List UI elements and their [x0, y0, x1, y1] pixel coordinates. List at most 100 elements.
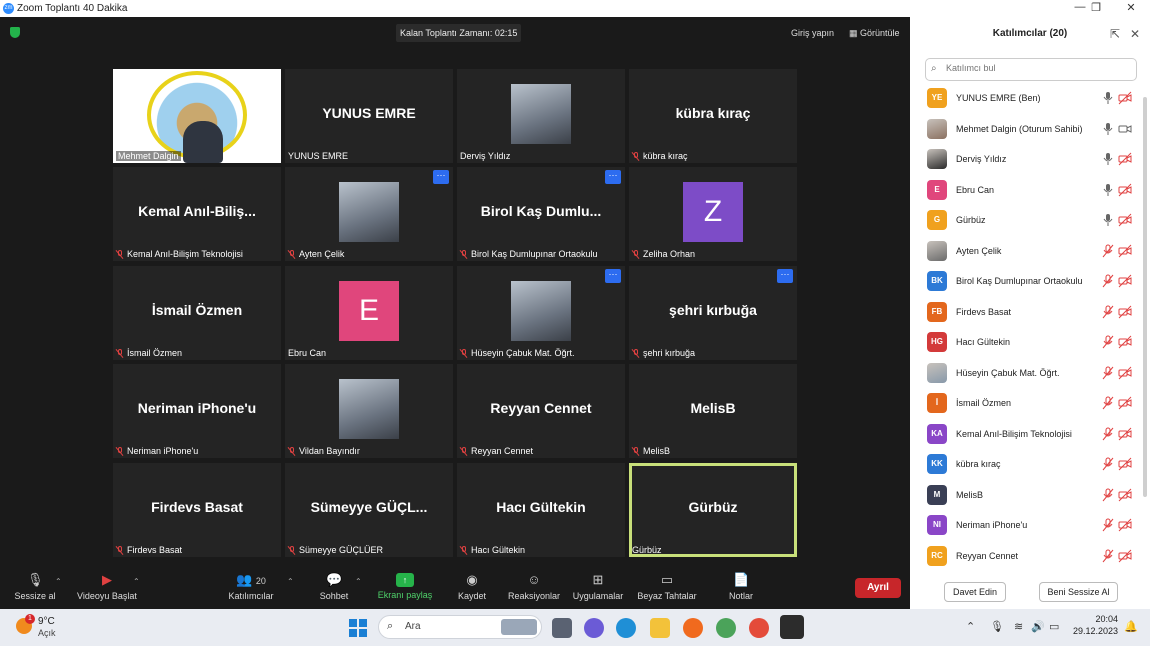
participant-row[interactable]: YE YUNUS EMRE (Ben): [910, 84, 1142, 114]
participant-row[interactable]: E Ebru Can: [910, 176, 1142, 206]
video-tile[interactable]: Gürbüz Gürbüz: [629, 463, 797, 557]
tile-more-options-icon[interactable]: ···: [777, 269, 793, 283]
apps-button[interactable]: ⊞ Uygulamalar: [563, 573, 633, 602]
tile-more-options-icon[interactable]: ···: [605, 269, 621, 283]
notification-bell-icon[interactable]: 🔔: [1124, 620, 1138, 633]
camera-off-icon[interactable]: [1118, 274, 1132, 288]
muted-mic-icon[interactable]: [1102, 518, 1114, 532]
participant-search[interactable]: ⌕: [925, 58, 1137, 81]
camera-off-icon[interactable]: [1118, 427, 1132, 441]
taskbar-search[interactable]: ⌕ Ara: [378, 615, 542, 639]
participant-list-scrollbar[interactable]: [1143, 97, 1147, 497]
participant-row[interactable]: Ayten Çelik: [910, 237, 1142, 267]
video-tile[interactable]: YUNUS EMRE YUNUS EMRE: [285, 69, 453, 163]
camera-off-icon[interactable]: [1118, 305, 1132, 319]
chat-options-caret[interactable]: ⌃: [355, 577, 362, 586]
participant-row[interactable]: HG Hacı Gültekin: [910, 328, 1142, 358]
invite-button[interactable]: Davet Edin: [944, 582, 1006, 602]
participant-row[interactable]: M MelisB: [910, 481, 1142, 511]
video-tile[interactable]: Vildan Bayındır: [285, 364, 453, 458]
participant-row[interactable]: BK Birol Kaş Dumlupınar Ortaokulu: [910, 267, 1142, 297]
video-tile[interactable]: İsmail Özmen İsmail Özmen: [113, 266, 281, 360]
participant-search-input[interactable]: [944, 62, 1128, 74]
camera-off-icon[interactable]: [1118, 457, 1132, 471]
muted-mic-icon[interactable]: [1102, 549, 1114, 563]
muted-mic-icon[interactable]: [1102, 244, 1114, 258]
zoom-taskbar-icon[interactable]: [780, 615, 804, 639]
muted-mic-icon[interactable]: [1102, 305, 1114, 319]
file-explorer-icon[interactable]: [650, 618, 670, 638]
share-screen-button[interactable]: ↑ Ekranı paylaş: [370, 573, 440, 600]
participant-row[interactable]: İ İsmail Özmen: [910, 389, 1142, 419]
tile-more-options-icon[interactable]: ···: [433, 170, 449, 184]
participant-row[interactable]: Derviş Yıldız: [910, 145, 1142, 175]
participant-row[interactable]: Hüseyin Çabuk Mat. Öğrt.: [910, 359, 1142, 389]
leave-button[interactable]: Ayrıl: [855, 578, 901, 598]
camera-icon[interactable]: [1118, 122, 1132, 136]
camera-off-icon[interactable]: [1118, 549, 1132, 563]
participants-button[interactable]: 👥 20 Katılımcılar: [216, 573, 286, 602]
microphone-icon[interactable]: [1102, 152, 1114, 166]
reactions-button[interactable]: ☺ Reaksiyonlar: [499, 573, 569, 602]
chrome-icon[interactable]: [716, 618, 736, 638]
video-tile[interactable]: kübra kıraç kübra kıraç: [629, 69, 797, 163]
participant-row[interactable]: KA Kemal Anıl-Bilişim Teknolojisi: [910, 420, 1142, 450]
view-button[interactable]: ▦ Görüntüle: [846, 24, 903, 42]
weather-widget[interactable]: 1 9°C Açık: [14, 614, 94, 642]
maximize-button[interactable]: ❐: [1086, 1, 1106, 14]
edge-browser-icon[interactable]: [616, 618, 636, 638]
camera-off-icon[interactable]: [1118, 518, 1132, 532]
battery-icon[interactable]: ▭: [1049, 620, 1059, 633]
tile-more-options-icon[interactable]: ···: [605, 170, 621, 184]
start-windows-icon[interactable]: [348, 618, 368, 638]
video-tile[interactable]: Kemal Anıl-Biliş... Kemal Anıl-Bilişim Te…: [113, 167, 281, 261]
camera-off-icon[interactable]: [1118, 488, 1132, 502]
camera-off-icon[interactable]: [1118, 366, 1132, 380]
microphone-icon[interactable]: [1102, 122, 1114, 136]
video-tile[interactable]: Z Zeliha Orhan: [629, 167, 797, 261]
participant-row[interactable]: KK kübra kıraç: [910, 450, 1142, 480]
chevron-up-icon[interactable]: ⌃: [966, 620, 975, 633]
microphone-icon[interactable]: [1102, 91, 1114, 105]
camera-off-icon[interactable]: [1118, 213, 1132, 227]
video-tile[interactable]: Firdevs Basat Firdevs Basat: [113, 463, 281, 557]
task-view-icon[interactable]: [552, 618, 572, 638]
video-tile[interactable]: ··· Ayten Çelik: [285, 167, 453, 261]
wifi-icon[interactable]: ≋: [1014, 620, 1023, 633]
video-tile[interactable]: Derviş Yıldız: [457, 69, 625, 163]
encryption-shield-icon[interactable]: [10, 27, 20, 38]
notes-button[interactable]: 📄 Notlar: [706, 573, 776, 602]
camera-off-icon[interactable]: [1118, 152, 1132, 166]
popout-icon[interactable]: ⇱: [1110, 27, 1120, 41]
camera-off-icon[interactable]: [1118, 183, 1132, 197]
participant-row[interactable]: RC Reyyan Cennet: [910, 542, 1142, 572]
chrome-profile-icon[interactable]: [749, 618, 769, 638]
microphone-icon[interactable]: [1102, 183, 1114, 197]
camera-off-icon[interactable]: [1118, 335, 1132, 349]
video-tile[interactable]: Hacı Gültekin Hacı Gültekin: [457, 463, 625, 557]
close-panel-icon[interactable]: ✕: [1130, 27, 1140, 41]
audio-options-caret[interactable]: ⌃: [55, 577, 62, 586]
muted-mic-icon[interactable]: [1102, 427, 1114, 441]
camera-off-icon[interactable]: [1118, 244, 1132, 258]
muted-mic-icon[interactable]: [1102, 274, 1114, 288]
camera-off-icon[interactable]: [1118, 396, 1132, 410]
muted-mic-icon[interactable]: [1102, 488, 1114, 502]
video-tile[interactable]: ··· Hüseyin Çabuk Mat. Öğrt.: [457, 266, 625, 360]
muted-mic-icon[interactable]: [1102, 396, 1114, 410]
mute-me-button[interactable]: Beni Sessize Al: [1039, 582, 1118, 602]
record-button[interactable]: ◉ Kaydet: [437, 573, 507, 602]
camera-off-icon[interactable]: [1118, 91, 1132, 105]
close-window-button[interactable]: ✕: [1121, 1, 1141, 14]
microphone-icon[interactable]: [1102, 213, 1114, 227]
muted-mic-icon[interactable]: [1102, 335, 1114, 349]
participants-options-caret[interactable]: ⌃: [287, 577, 294, 586]
volume-icon[interactable]: 🔊: [1031, 620, 1045, 633]
teams-chat-icon[interactable]: [584, 618, 604, 638]
whiteboards-button[interactable]: ▭ Beyaz Tahtalar: [632, 573, 702, 602]
video-tile[interactable]: Sümeyye GÜÇL... Sümeyye GÜÇLÜER: [285, 463, 453, 557]
video-tile[interactable]: Reyyan Cennet Reyyan Cennet: [457, 364, 625, 458]
start-video-button[interactable]: ▶ Videoyu Başlat: [72, 573, 142, 602]
video-tile[interactable]: E Ebru Can: [285, 266, 453, 360]
video-tile[interactable]: Mehmet Dalgin: [113, 69, 281, 163]
